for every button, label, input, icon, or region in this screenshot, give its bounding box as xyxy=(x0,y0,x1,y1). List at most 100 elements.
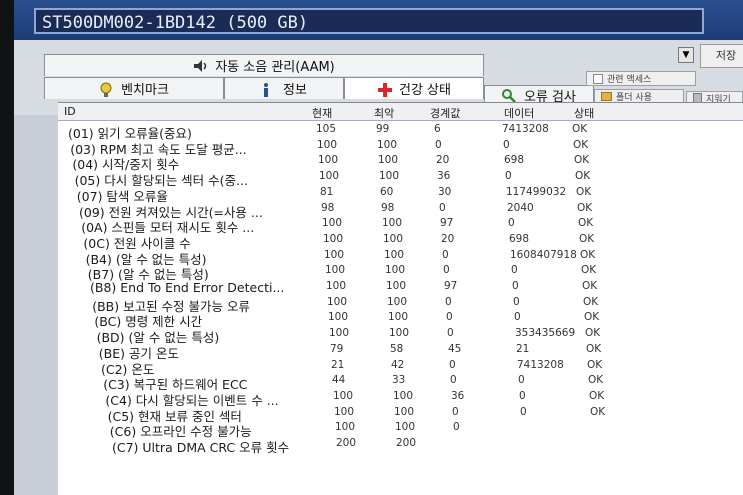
cell-status: OK xyxy=(590,405,606,418)
smart-attribute-table[interactable]: ID 현재 최악 경계값 데이터 상태 (01) 읽기 오류율(중요) 105 99… xyxy=(58,102,743,495)
title-bar: ST500DM002-1BD142 (500 GB) xyxy=(14,0,743,40)
tab-benchmark[interactable]: 벤치마크 xyxy=(44,77,224,99)
cell-status: OK xyxy=(588,374,604,387)
cell-id: (B8) End To End Error Detecti... xyxy=(90,280,285,295)
table-row[interactable]: (09) 전원 켜져있는 시간(=사용 ... 98 98 0 2040 OK xyxy=(58,201,743,220)
table-row[interactable]: (B4) (알 수 없는 특성) 100 100 0 1608407918 OK xyxy=(58,249,743,267)
table-row[interactable]: (07) 탐색 오류율 81 60 30 117499032 OK xyxy=(58,185,743,204)
table-row[interactable]: (C2) 온도 21 42 0 7413208 OK xyxy=(58,358,743,377)
cell-thr: 6 xyxy=(434,123,441,135)
cell-status: OK xyxy=(589,389,605,402)
table-row[interactable]: (C6) 오프라인 수정 불가능 100 100 0 xyxy=(58,421,743,439)
drive-select[interactable]: ST500DM002-1BD142 (500 GB) xyxy=(34,8,704,34)
cell-cur: 100 xyxy=(328,311,349,324)
save-button[interactable]: 저장 xyxy=(700,44,743,68)
cell-worst: 99 xyxy=(376,123,390,135)
tab-health[interactable]: 건강 상태 xyxy=(344,77,484,99)
cell-cur: 44 xyxy=(332,374,346,387)
cell-worst: 100 xyxy=(395,421,416,434)
column-header-status[interactable]: 상태 xyxy=(574,105,594,121)
cell-data: 0 xyxy=(505,170,512,183)
cell-data: 0 xyxy=(508,217,515,230)
table-row[interactable]: (B7) (알 수 없는 특성) 100 100 0 0 OK xyxy=(58,264,743,282)
cell-status: OK xyxy=(575,170,591,183)
table-row[interactable]: (04) 시작/중지 횟수 100 100 20 698 OK xyxy=(58,154,743,172)
tab-aam-label: 자동 소음 관리(AAM) xyxy=(215,60,335,75)
tab-info-label: 정보 xyxy=(283,83,307,98)
folder-icon xyxy=(601,92,612,101)
tab-aam[interactable]: 자동 소음 관리(AAM) xyxy=(44,54,484,76)
table-row[interactable]: (05) 다시 할당되는 섹터 수(중... 100 100 36 0 OK xyxy=(58,170,743,188)
cell-cur: 100 xyxy=(333,389,354,402)
cell-thr: 0 xyxy=(450,374,457,387)
cell-thr: 0 xyxy=(447,327,454,340)
cell-data: 0 xyxy=(513,295,520,308)
table-row[interactable]: (BE) 공기 온도 79 58 45 21 OK xyxy=(58,342,743,361)
column-header-id[interactable]: ID xyxy=(64,105,76,118)
table-row[interactable]: (0A) 스핀들 모터 재시도 횟수 ... 100 100 97 0 OK xyxy=(58,217,743,235)
chevron-down-icon[interactable]: ▼ xyxy=(678,47,694,63)
column-header-threshold[interactable]: 경계값 xyxy=(430,105,460,121)
cell-thr: 20 xyxy=(436,154,450,167)
cell-cur: 100 xyxy=(323,232,344,245)
cell-data: 0 xyxy=(518,374,525,387)
table-row[interactable]: (B8) End To End Error Detecti... 100 100 97… xyxy=(58,280,743,295)
cell-thr: 36 xyxy=(451,389,465,402)
table-header: ID 현재 최악 경계값 데이터 상태 xyxy=(58,103,743,121)
cell-worst: 200 xyxy=(396,437,417,449)
cell-worst: 98 xyxy=(381,201,395,214)
table-row[interactable]: (C3) 복구된 하드웨어 ECC 44 33 0 0 OK xyxy=(58,374,743,392)
cell-cur: 100 xyxy=(327,295,348,308)
cell-data: 7413208 xyxy=(517,358,564,371)
cell-id: (C7) Ultra DMA CRC 오류 횟수 xyxy=(112,440,290,455)
cell-cur: 100 xyxy=(325,264,346,277)
cell-worst: 58 xyxy=(390,342,404,355)
cell-cur: 100 xyxy=(329,327,350,340)
cell-thr: 0 xyxy=(439,201,446,214)
cell-data: 0 xyxy=(511,264,518,277)
cell-data: 0 xyxy=(520,405,527,418)
cell-data: 698 xyxy=(504,154,525,167)
table-row[interactable]: (BD) (알 수 없는 특성) 100 100 0 353435669 OK xyxy=(58,327,743,345)
cell-thr: 20 xyxy=(441,232,455,245)
cell-thr: 30 xyxy=(438,185,452,198)
table-row[interactable]: (03) RPM 최고 속도 도달 평균... 100 100 0 0 OK xyxy=(58,138,743,157)
tab-related-access[interactable]: 관련 액세스 xyxy=(586,71,696,86)
magnifier-icon xyxy=(502,88,516,103)
cell-worst: 100 xyxy=(386,280,407,292)
cell-thr: 0 xyxy=(449,358,456,371)
table-row[interactable]: (01) 읽기 오류율(중요) 105 99 6 7413208 OK xyxy=(58,123,743,141)
cell-status: OK xyxy=(574,154,590,167)
cell-cur: 21 xyxy=(331,358,345,371)
cell-worst: 100 xyxy=(388,311,409,324)
cell-data: 117499032 xyxy=(506,185,567,198)
column-header-current[interactable]: 현재 xyxy=(312,105,332,121)
cell-cur: 105 xyxy=(316,123,337,135)
checkbox-icon xyxy=(593,73,603,84)
cell-cur: 100 xyxy=(335,421,356,434)
tab-info[interactable]: 정보 xyxy=(224,77,344,99)
column-header-data[interactable]: 데이터 xyxy=(504,105,534,121)
cell-cur: 100 xyxy=(319,170,340,183)
cell-status: OK xyxy=(585,327,601,340)
table-row[interactable]: (0C) 전원 사이클 수 100 100 20 698 OK xyxy=(58,232,743,251)
cell-worst: 100 xyxy=(383,232,404,245)
table-row[interactable]: (BC) 명령 제한 시간 100 100 0 0 OK xyxy=(58,311,743,329)
cell-worst: 100 xyxy=(385,264,406,277)
cell-status: OK xyxy=(577,201,593,214)
table-row[interactable]: (C7) Ultra DMA CRC 오류 횟수 200 200 xyxy=(58,437,743,455)
table-row[interactable]: (BB) 보고된 수정 불가능 오류 100 100 0 0 OK xyxy=(58,295,743,314)
column-header-worst[interactable]: 최악 xyxy=(374,105,394,121)
cell-cur: 100 xyxy=(318,154,339,167)
cell-thr: 0 xyxy=(435,138,442,151)
tab-health-label: 건강 상태 xyxy=(399,83,451,98)
cell-worst: 33 xyxy=(392,374,406,387)
cell-worst: 42 xyxy=(391,358,405,371)
tab-related-access-label: 관련 액세스 xyxy=(607,75,652,85)
cell-thr: 36 xyxy=(437,170,451,183)
cell-status: OK xyxy=(584,311,600,324)
cell-status: OK xyxy=(573,138,589,151)
table-row[interactable]: (C4) 다시 할당되는 이벤트 수 ... 100 100 36 0 OK xyxy=(58,389,743,408)
cell-data: 0 xyxy=(519,389,526,402)
table-row[interactable]: (C5) 현재 보류 중인 섹터 100 100 0 0 OK xyxy=(58,405,743,424)
